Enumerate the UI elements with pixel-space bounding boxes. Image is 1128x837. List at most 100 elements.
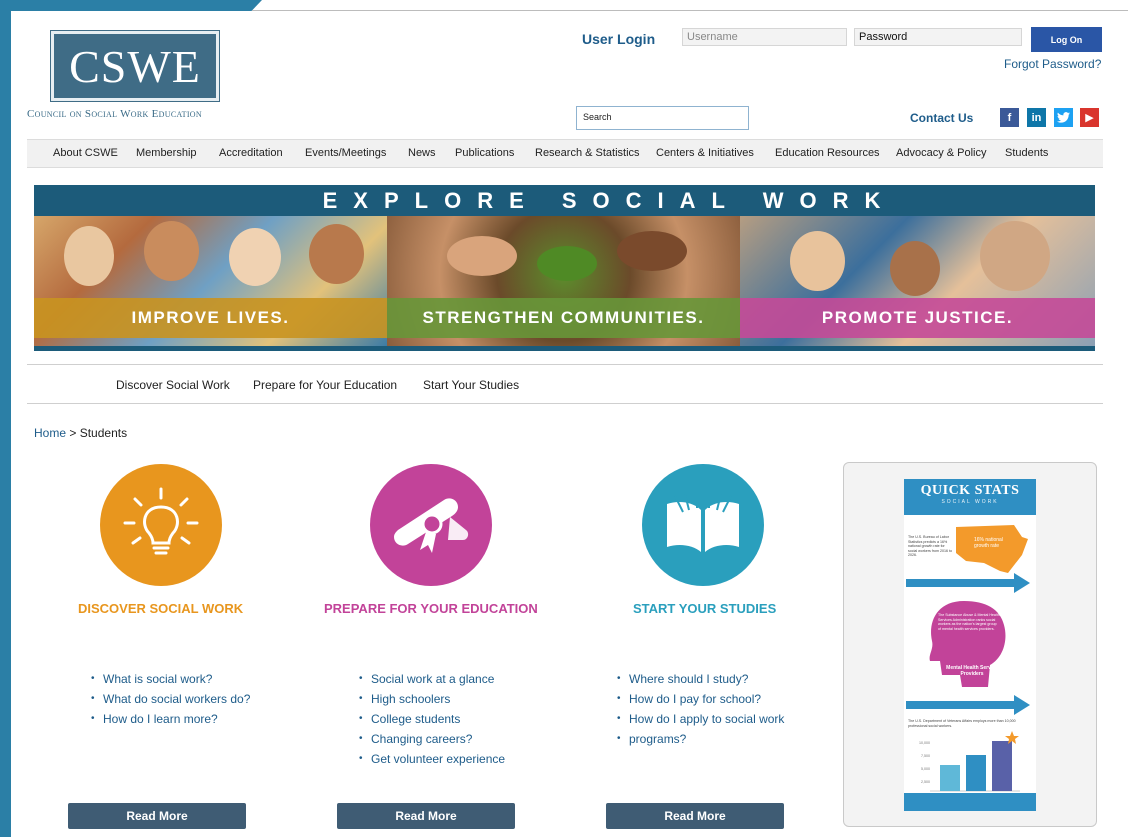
breadcrumb: Home > Students xyxy=(34,426,127,440)
nav-education-resources[interactable]: Education Resources xyxy=(775,147,880,159)
facebook-icon[interactable]: f xyxy=(1000,108,1019,127)
breadcrumb-home[interactable]: Home xyxy=(34,426,66,440)
stat3-y-ticks: 10,000 7,500 5,000 2,500 xyxy=(910,737,930,789)
password-input[interactable]: Password xyxy=(854,28,1022,46)
quick-stats-card[interactable]: QUICK STATS SOCIAL WORK The U.S. Bureau … xyxy=(843,462,1097,827)
arrow-head-icon xyxy=(1014,573,1030,593)
main-nav: About CSWE Membership Accreditation Even… xyxy=(27,139,1103,168)
subnav-discover-social-work[interactable]: Discover Social Work xyxy=(116,378,230,392)
lightbulb-icon[interactable] xyxy=(100,464,222,586)
nav-events-meetings[interactable]: Events/Meetings xyxy=(305,147,386,159)
stat3-text: The U.S. Department of Veterans Affairs … xyxy=(908,719,1016,728)
user-login-title: User Login xyxy=(582,31,656,47)
bar-3 xyxy=(992,741,1012,791)
linkedin-icon[interactable]: in xyxy=(1027,108,1046,127)
bar-1 xyxy=(940,765,960,791)
arrow-head-icon xyxy=(1014,695,1030,715)
stat2-text: The Substance Abuse & Mental Health Serv… xyxy=(938,613,1000,631)
log-on-button[interactable]: Log On xyxy=(1031,27,1102,52)
link-list: Where should I study? How do I pay for s… xyxy=(617,669,784,749)
photo-face xyxy=(229,228,281,286)
lightbulb-glyph xyxy=(123,487,199,555)
forgot-password-link[interactable]: Forgot Password? xyxy=(1004,57,1101,71)
banner-title: EXPLORE SOCIAL WORK xyxy=(34,185,1095,216)
banner-bottom-rule xyxy=(34,346,1095,351)
search-input[interactable]: Search xyxy=(576,106,749,130)
nav-centers-initiatives[interactable]: Centers & Initiatives xyxy=(656,147,754,159)
photo-face xyxy=(309,224,364,284)
column-title[interactable]: DISCOVER SOCIAL WORK xyxy=(78,601,243,616)
link-list: Social work at a glance High schoolers C… xyxy=(359,669,505,769)
list-item[interactable]: What do social workers do? xyxy=(91,689,250,709)
bar-2 xyxy=(966,755,986,791)
nav-publications[interactable]: Publications xyxy=(455,147,514,159)
read-more-button[interactable]: Read More xyxy=(68,803,246,829)
stat1-text: The U.S. Bureau of Labor Statistics pred… xyxy=(908,535,952,558)
stat3-tick: 5,000 xyxy=(921,767,930,771)
youtube-icon[interactable]: ▶ xyxy=(1080,108,1099,127)
photo-hands xyxy=(980,221,1050,291)
list-item[interactable]: College students xyxy=(359,709,505,729)
list-item[interactable]: Get volunteer experience xyxy=(359,749,505,769)
nav-about-cswe[interactable]: About CSWE xyxy=(53,147,118,159)
quick-stats-footer xyxy=(904,793,1036,811)
photo-face xyxy=(890,241,940,296)
list-item-continuation[interactable]: programs? xyxy=(617,729,784,749)
read-more-button[interactable]: Read More xyxy=(337,803,515,829)
list-item[interactable]: Social work at a glance xyxy=(359,669,505,689)
nav-students[interactable]: Students xyxy=(1005,147,1048,159)
diploma-icon[interactable] xyxy=(370,464,492,586)
diploma-glyph xyxy=(394,498,469,553)
stat2-head-label: Mental Health Service Providers xyxy=(946,665,998,677)
photo-face xyxy=(790,231,845,291)
quick-stats-header: QUICK STATS SOCIAL WORK xyxy=(904,479,1036,515)
list-item[interactable]: How do I learn more? xyxy=(91,709,250,729)
banner-panel-strengthen-communities: STRENGTHEN COMMUNITIES. xyxy=(387,216,740,346)
stat3-tick: 2,500 xyxy=(921,780,930,784)
banner-panel-improve-lives: IMPROVE LIVES. xyxy=(34,216,387,346)
quick-stats-title: QUICK STATS xyxy=(920,483,1020,498)
quick-stats-infographic: QUICK STATS SOCIAL WORK The U.S. Bureau … xyxy=(904,479,1036,811)
column-title[interactable]: PREPARE FOR YOUR EDUCATION xyxy=(324,601,538,616)
stat3-tick: 7,500 xyxy=(921,754,930,758)
list-item[interactable]: How do I pay for school? xyxy=(617,689,784,709)
open-book-icon[interactable] xyxy=(642,464,764,586)
list-item[interactable]: High schoolers xyxy=(359,689,505,709)
photo-hands xyxy=(617,231,687,271)
banner-panel-promote-justice: PROMOTE JUSTICE. xyxy=(740,216,1095,346)
list-item[interactable]: Changing careers? xyxy=(359,729,505,749)
link-list: What is social work? What do social work… xyxy=(91,669,250,729)
hero-banner: EXPLORE SOCIAL WORK IMPROVE LIVES. STREN… xyxy=(34,185,1095,351)
photo-face xyxy=(64,226,114,286)
breadcrumb-separator: > xyxy=(66,426,80,440)
list-item[interactable]: Where should I study? xyxy=(617,669,784,689)
twitter-icon[interactable] xyxy=(1054,108,1073,127)
students-subnav: Discover Social Work Prepare for Your Ed… xyxy=(27,364,1103,404)
username-input[interactable]: Username xyxy=(682,28,847,46)
subnav-start-studies[interactable]: Start Your Studies xyxy=(423,378,519,392)
page: CSWE Council on Social Work Education Us… xyxy=(11,11,1128,837)
caption-improve-lives: IMPROVE LIVES. xyxy=(34,298,387,338)
nav-news[interactable]: News xyxy=(408,147,436,159)
nav-accreditation[interactable]: Accreditation xyxy=(219,147,283,159)
list-item[interactable]: How do I apply to social work xyxy=(617,709,784,729)
caption-promote-justice: PROMOTE JUSTICE. xyxy=(740,298,1095,338)
cswe-logo[interactable]: CSWE xyxy=(50,30,220,102)
left-accent-bar xyxy=(0,0,11,837)
nav-membership[interactable]: Membership xyxy=(136,147,197,159)
stat1-map-label: 16% national growth rate xyxy=(974,537,1003,549)
open-book-glyph xyxy=(667,493,739,552)
arrow-bar xyxy=(906,579,1016,587)
column-title[interactable]: START YOUR STUDIES xyxy=(633,601,776,616)
nav-research-statistics[interactable]: Research & Statistics xyxy=(535,147,640,159)
subnav-prepare-education[interactable]: Prepare for Your Education xyxy=(253,378,397,392)
read-more-button[interactable]: Read More xyxy=(606,803,784,829)
list-item[interactable]: What is social work? xyxy=(91,669,250,689)
photo-face xyxy=(144,221,199,281)
nav-advocacy-policy[interactable]: Advocacy & Policy xyxy=(896,147,986,159)
contact-us-link[interactable]: Contact Us xyxy=(910,111,973,125)
stat3-tick: 10,000 xyxy=(919,741,930,745)
photo-hands xyxy=(447,236,517,276)
breadcrumb-current: Students xyxy=(79,426,128,440)
quick-stats-subtitle: SOCIAL WORK xyxy=(941,499,999,505)
